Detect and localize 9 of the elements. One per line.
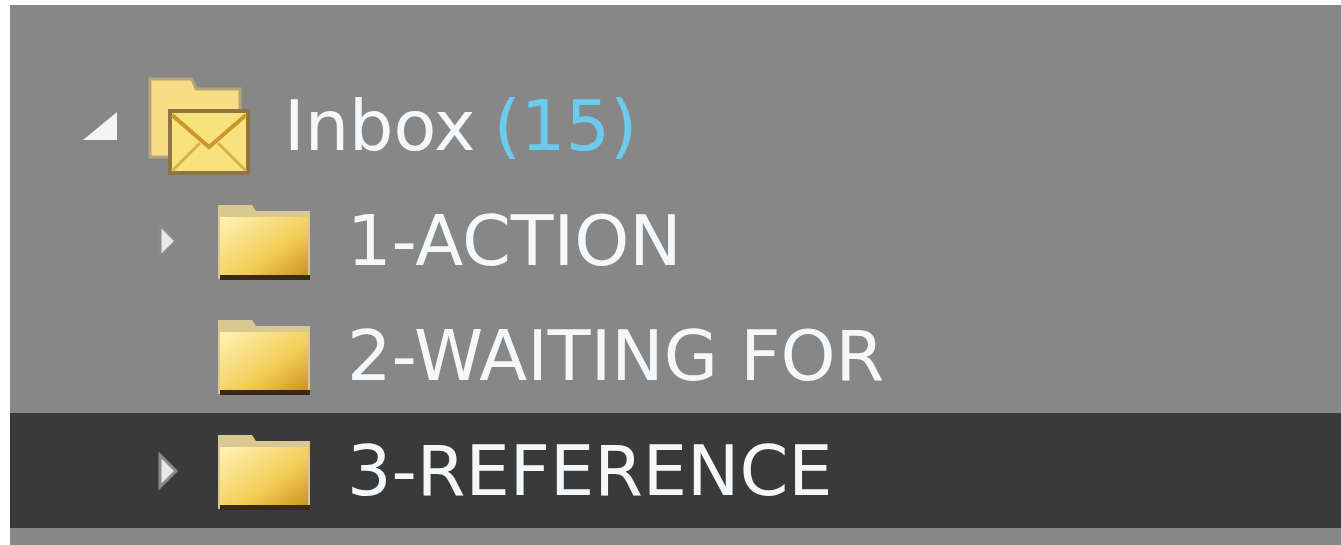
collapse-arrow-icon[interactable] — [81, 109, 119, 142]
unread-count: (15) — [493, 90, 638, 161]
mail-folder-icon — [148, 76, 250, 175]
selected-folder-row[interactable]: 3-REFERENCE — [10, 413, 1341, 528]
folder-name: Inbox — [284, 90, 476, 161]
folder-name: 3-REFERENCE — [347, 435, 833, 506]
expand-arrow-icon[interactable] — [157, 451, 179, 490]
folder-name: 1-ACTION — [347, 205, 682, 276]
folder-name: 2-WAITING FOR — [347, 320, 885, 391]
